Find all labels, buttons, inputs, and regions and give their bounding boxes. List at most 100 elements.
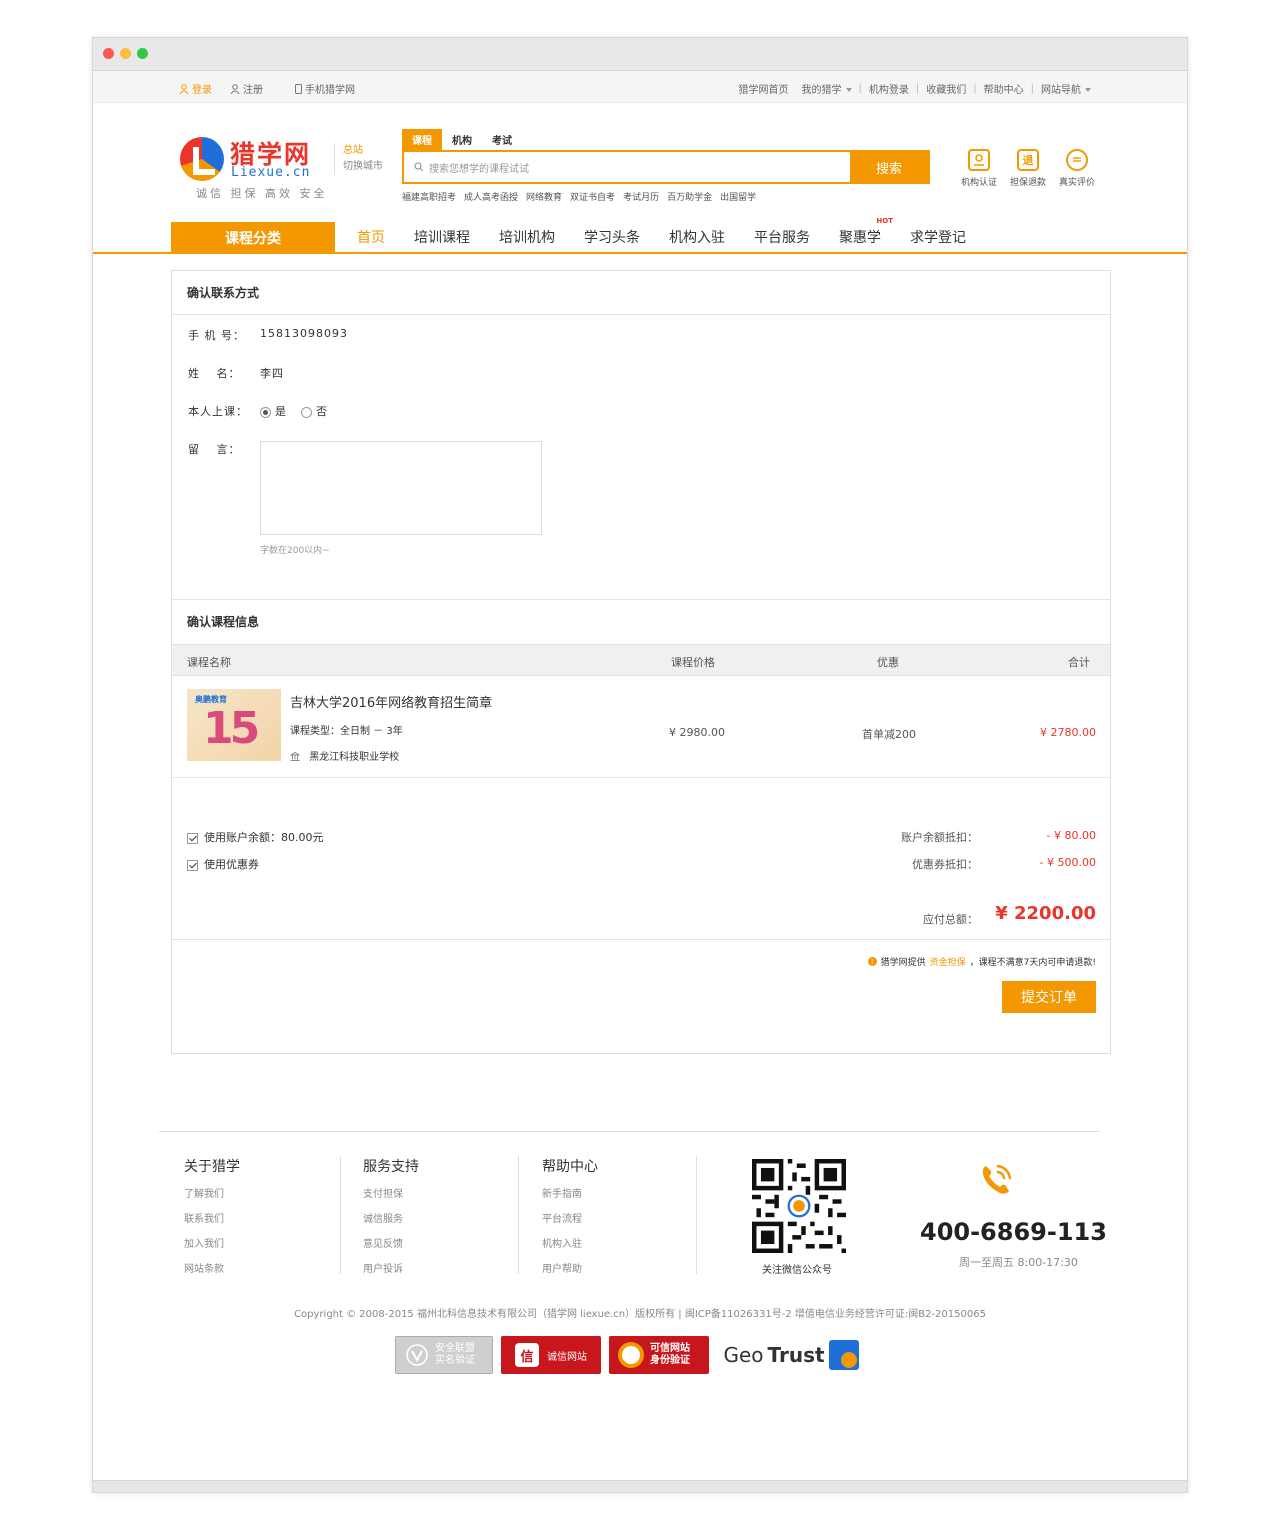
course-school[interactable]: 黑龙江科技职业学校: [289, 748, 400, 763]
badge-label: 担保退款: [1009, 178, 1046, 188]
search-button[interactable]: 搜索: [850, 152, 928, 182]
footer-link[interactable]: 加入我们: [184, 1235, 344, 1250]
help-center-link[interactable]: 帮助中心: [984, 81, 1024, 96]
badge-real-review[interactable]: 真实评价: [1058, 149, 1096, 188]
switch-city-link[interactable]: 切换城市: [343, 159, 383, 175]
phone-row: 手 机 号： 15813098093: [188, 327, 348, 343]
nav-training-orgs[interactable]: 培训机构: [499, 227, 555, 247]
search-tab-org[interactable]: 机构: [442, 129, 482, 150]
use-balance-checkbox[interactable]: 使用账户余额：80.00元: [187, 829, 324, 845]
nav-deals-label: 聚惠学: [839, 230, 881, 246]
footer-link[interactable]: 用户帮助: [542, 1260, 702, 1275]
cert-geotrust[interactable]: Geo Trust: [717, 1336, 865, 1374]
message-textarea[interactable]: [260, 441, 542, 535]
course-category-button[interactable]: 课程分类: [171, 222, 335, 254]
maximize-window-button[interactable]: [137, 48, 148, 59]
hot-link[interactable]: 网络教育: [526, 190, 562, 203]
cert-security-alliance[interactable]: 安全联盟 实名验证: [395, 1336, 493, 1374]
coupon-deduct-label: 优惠券抵扣：: [912, 858, 978, 871]
search-tab-exam[interactable]: 考试: [482, 129, 522, 150]
nav-home[interactable]: 首页: [357, 227, 385, 247]
radio-no[interactable]: 否: [301, 403, 327, 419]
message-row: 留 言：: [188, 441, 260, 457]
hot-link[interactable]: 成人高考函授: [464, 190, 518, 203]
use-coupon-checkbox[interactable]: 使用优惠券: [187, 856, 259, 872]
home-link[interactable]: 猎学网首页: [739, 81, 789, 96]
search-input[interactable]: 搜索您想学的课程试试: [404, 152, 850, 182]
course-thumbnail[interactable]: 奥鹏教育 15: [187, 689, 281, 761]
my-liexue-link[interactable]: 我的猎学: [802, 81, 852, 96]
course-price: ¥ 2980.00: [669, 726, 725, 739]
submit-order-button[interactable]: 提交订单: [1002, 981, 1096, 1013]
checkbox-checked-icon: [187, 859, 198, 871]
user-icon: [179, 83, 189, 94]
name-row: 姓 名： 李四: [188, 365, 284, 381]
nav-study-register[interactable]: 求学登记: [910, 227, 966, 247]
nav-training-courses[interactable]: 培训课程: [414, 227, 470, 247]
login-link[interactable]: 登录: [179, 81, 212, 96]
hot-link[interactable]: 出国留学: [720, 190, 756, 203]
search-tab-course[interactable]: 课程: [402, 129, 442, 150]
footer-link[interactable]: 联系我们: [184, 1210, 344, 1225]
mobile-link[interactable]: 手机猎学网: [295, 81, 355, 96]
footer-link[interactable]: 支付担保: [363, 1185, 523, 1200]
register-link[interactable]: 注册: [230, 81, 263, 96]
notice-highlight-link[interactable]: 资金担保: [930, 955, 966, 968]
hot-link[interactable]: 考试月历: [623, 190, 659, 203]
trusted-ring-icon: [618, 1342, 644, 1368]
hot-link[interactable]: 双证书自考: [570, 190, 615, 203]
hotline-number: 400-6869-113: [920, 1218, 1107, 1246]
wechat-qr-code: [752, 1159, 846, 1253]
course-name-link[interactable]: 吉林大学2016年网络教育招生简章: [290, 692, 492, 711]
minimize-window-button[interactable]: [120, 48, 131, 59]
site-nav-link[interactable]: 网站导航: [1041, 81, 1091, 96]
nav-headlines[interactable]: 学习头条: [584, 227, 640, 247]
name-label: 姓 名：: [188, 367, 241, 380]
logo-mark-icon: [180, 137, 224, 181]
nav-org-join[interactable]: 机构入驻: [669, 227, 725, 247]
register-label: 注册: [243, 85, 263, 96]
hot-link[interactable]: 福建高职招考: [402, 190, 456, 203]
search-area: 课程 机构 考试 搜索您想学的课程试试 搜索 福建高职招考 成人高考函授 网络教…: [402, 129, 930, 203]
footer-col-title: 服务支持: [363, 1159, 419, 1175]
thumbnail-number: 15: [203, 703, 260, 754]
info-icon: !: [867, 957, 877, 966]
user-icon: [230, 83, 240, 94]
footer-link[interactable]: 意见反馈: [363, 1235, 523, 1250]
footer-link[interactable]: 诚信服务: [363, 1210, 523, 1225]
site-nav-label: 网站导航: [1041, 85, 1081, 96]
nav-platform-service[interactable]: 平台服务: [754, 227, 810, 247]
separator: |: [858, 83, 862, 94]
badge-refund[interactable]: 退 担保退款: [1009, 149, 1047, 188]
search-box: 搜索您想学的课程试试 搜索: [402, 150, 930, 184]
nav-deals[interactable]: 聚惠学 HOT: [839, 217, 893, 247]
login-label: 登录: [192, 85, 212, 96]
balance-deduct-value: - ¥ 80.00: [1046, 829, 1096, 842]
footer-link[interactable]: 网站条款: [184, 1260, 344, 1275]
cert-label: 可信网站 身份验证: [650, 1343, 690, 1366]
bookmark-link[interactable]: 收藏我们: [926, 81, 966, 96]
footer-link[interactable]: 机构入驻: [542, 1235, 702, 1250]
footer-link[interactable]: 平台流程: [542, 1210, 702, 1225]
cert-integrity-site[interactable]: 信 诚信网站: [501, 1336, 601, 1374]
badge-org-certified[interactable]: 机构认证: [960, 149, 998, 188]
hot-link[interactable]: 百万助学金: [667, 190, 712, 203]
use-coupon-label: 使用优惠券: [204, 858, 259, 871]
city-switcher[interactable]: 总站 切换城市: [334, 143, 383, 175]
phone-value: 15813098093: [260, 327, 348, 340]
cert-trusted-site[interactable]: 可信网站 身份验证: [609, 1336, 709, 1374]
radio-unchecked-icon: [301, 406, 312, 418]
search-placeholder: 搜索您想学的课程试试: [429, 163, 529, 175]
window-bottom-bar: [93, 1480, 1187, 1492]
footer-link[interactable]: 新手指南: [542, 1185, 702, 1200]
close-window-button[interactable]: [103, 48, 114, 59]
footer-divider: [159, 1131, 1100, 1132]
radio-yes[interactable]: 是: [260, 403, 286, 419]
footer-link[interactable]: 了解我们: [184, 1185, 344, 1200]
col-course-price: 课程价格: [671, 656, 715, 669]
footer-link[interactable]: 用户投诉: [363, 1260, 523, 1275]
org-login-link[interactable]: 机构登录: [869, 81, 909, 96]
course-school-label: 黑龙江科技职业学校: [309, 752, 400, 763]
site-logo[interactable]: 猎学网 Liexue.cn 诚信 担保 高效 安全: [180, 133, 330, 205]
amount-due-value: ¥ 2200.00: [995, 903, 1096, 924]
